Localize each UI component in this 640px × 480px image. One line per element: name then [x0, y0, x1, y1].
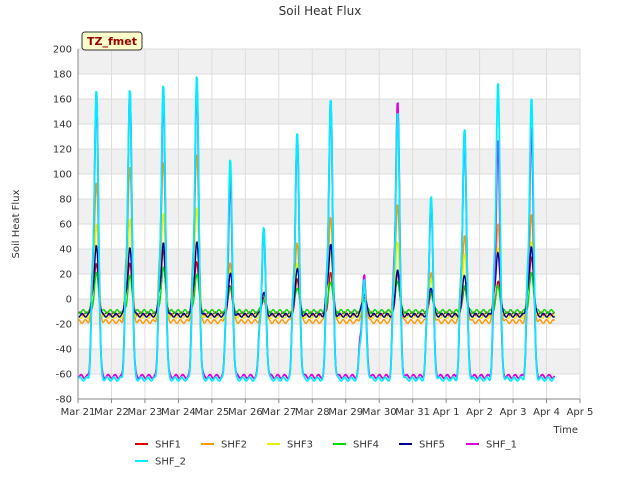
x-tick-label: Mar 24 [161, 407, 196, 418]
plot-band [78, 49, 580, 74]
x-tick-label: Apr 3 [500, 407, 527, 418]
y-tick-label: 160 [53, 95, 72, 106]
legend-label: SHF4 [353, 440, 379, 451]
x-tick-label: Mar 28 [295, 407, 330, 418]
plot-band [78, 349, 580, 374]
legend-item-shf5: SHF5 [399, 440, 445, 451]
x-tick-labels: Mar 21Mar 22Mar 23Mar 24Mar 25Mar 26Mar … [61, 399, 594, 418]
y-tick-label: 0 [66, 295, 72, 306]
x-tick-label: Apr 4 [533, 407, 560, 418]
x-tick-label: Mar 26 [228, 407, 263, 418]
y-tick-label: 40 [59, 245, 72, 256]
x-axis-title: Time [553, 425, 578, 436]
legend-item-shf1: SHF1 [135, 440, 181, 451]
badge-label: TZ_fmet [87, 35, 137, 48]
legend-label: SHF2 [221, 440, 247, 451]
x-tick-label: Mar 29 [328, 407, 363, 418]
plot-band [78, 99, 580, 124]
legend-label: SHF1 [155, 440, 181, 451]
station-badge: TZ_fmet [81, 31, 143, 51]
y-tick-label: -60 [56, 370, 72, 381]
y-tick-label: 100 [53, 170, 72, 181]
x-tick-label: Apr 2 [466, 407, 493, 418]
y-axis-title: Soil Heat Flux [11, 189, 22, 258]
y-tick-label: 140 [53, 120, 72, 131]
x-tick-label: Mar 22 [94, 407, 129, 418]
x-tick-label: Mar 27 [261, 407, 296, 418]
legend-label: SHF_2 [155, 457, 186, 468]
y-tick-label: -20 [56, 320, 72, 331]
legend-item-shf2: SHF2 [201, 440, 247, 451]
x-tick-label: Mar 23 [128, 407, 163, 418]
y-tick-label: 180 [53, 70, 72, 81]
x-tick-label: Apr 5 [567, 407, 594, 418]
x-tick-label: Apr 1 [433, 407, 460, 418]
x-tick-label: Mar 21 [61, 407, 96, 418]
legend-label: SHF3 [287, 440, 313, 451]
chart-title: Soil Heat Flux [279, 4, 362, 18]
y-tick-label: 60 [59, 220, 72, 231]
x-tick-label: Mar 25 [194, 407, 229, 418]
legend-item-shf4: SHF4 [333, 440, 379, 451]
legend-label: SHF5 [419, 440, 445, 451]
x-tick-label: Mar 30 [362, 407, 397, 418]
y-tick-label: 20 [59, 270, 72, 281]
legend: SHF1 SHF2 SHF3 SHF4 SHF5 SHF_1 SHF_2 [135, 440, 517, 468]
legend-label: SHF_1 [486, 440, 517, 451]
y-tick-label: 200 [53, 45, 72, 56]
y-tick-label: 80 [59, 195, 72, 206]
soil-heat-flux-chart: Soil Heat Flux -80 -60 -40 -20 0 20 40 60 80 100 1… [11, 4, 594, 468]
y-tick-label: -80 [56, 395, 72, 406]
x-tick-label: Mar 31 [395, 407, 430, 418]
legend-item-shf3: SHF3 [267, 440, 313, 451]
y-tick-labels: -80 -60 -40 -20 0 20 40 60 80 100 120 140 160 180 200 [53, 45, 72, 406]
y-tick-label: -40 [56, 345, 72, 356]
y-tick-label: 120 [53, 145, 72, 156]
legend-item-shf_1: SHF_1 [466, 440, 517, 451]
legend-item-shf_2: SHF_2 [135, 457, 186, 468]
